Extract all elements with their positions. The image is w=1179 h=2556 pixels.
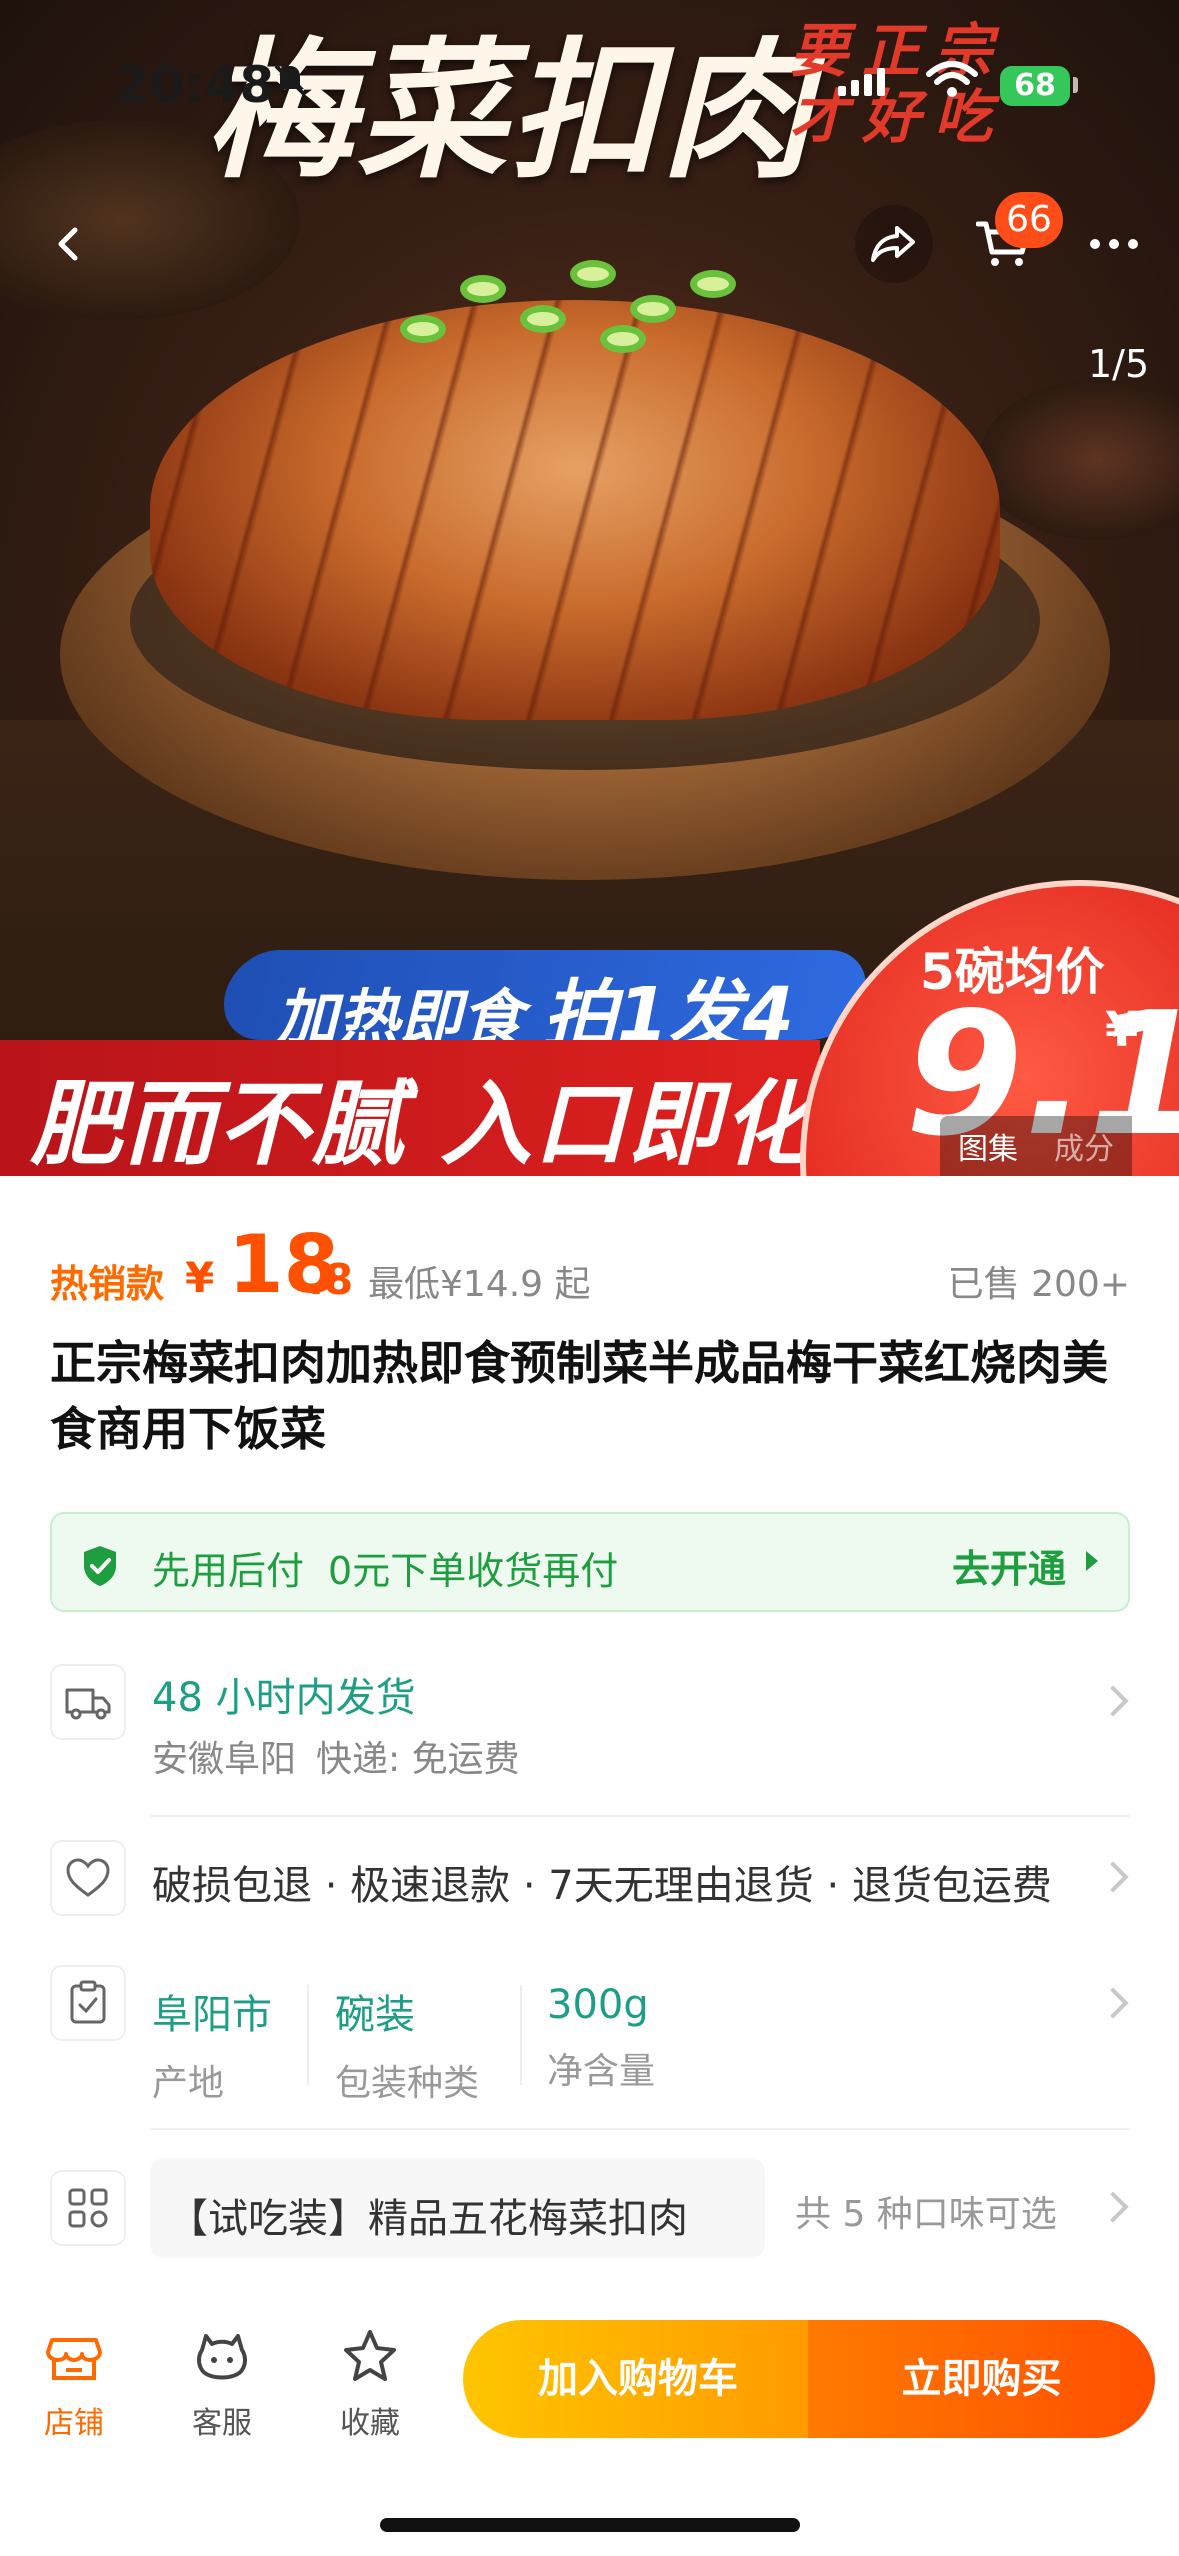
divider <box>150 2128 1130 2130</box>
spec-label: 产地 <box>152 2063 225 2104</box>
spec-value: 300g <box>547 1982 649 2028</box>
tab-store[interactable]: 店铺 <box>14 2326 134 2442</box>
background-dish <box>979 380 1179 540</box>
shipping-time: 48 小时内发货 <box>152 1675 416 1721</box>
back-button[interactable] <box>30 205 108 283</box>
tab-label: 客服 <box>192 2406 252 2441</box>
tab-gallery[interactable]: 图集 <box>940 1124 1036 1168</box>
pay-later-label: 先用后付 <box>152 1549 305 1593</box>
tab-ingredients[interactable]: 成分 <box>1036 1124 1132 1168</box>
pay-later-desc: 0元下单收货再付 <box>328 1549 619 1593</box>
spec-package: 碗装 包装种类 <box>335 1982 479 2106</box>
sold-count: 已售 200+ <box>947 1264 1130 1305</box>
variant-selector[interactable]: 【试吃装】精品五花梅菜扣肉 <box>150 2158 765 2258</box>
chevron-right-icon[interactable] <box>1097 1685 1129 1717</box>
price-decimal: .8 <box>308 1255 354 1304</box>
product-title: 正宗梅菜扣肉加热即食预制菜半成品梅干菜红烧肉美食商用下饭菜 <box>50 1336 1108 1456</box>
spec-net-weight: 300g 净含量 <box>547 1982 655 2094</box>
share-icon <box>871 226 915 262</box>
wifi-icon <box>926 61 978 97</box>
spec-value: 阜阳市 <box>152 1992 272 2038</box>
price-badge-currency: ¥ <box>1105 1002 1139 1058</box>
price-row: 热销款 ¥ 18 .8 最低¥14.9 起 已售 200+ <box>50 1225 1130 1325</box>
spec-label: 包装种类 <box>335 2063 480 2104</box>
more-dots-icon <box>1090 239 1138 249</box>
min-price: 最低¥14.9 起 <box>368 1264 591 1305</box>
share-button[interactable] <box>855 205 933 283</box>
status-time: 20:48 <box>115 56 275 114</box>
variant-count[interactable]: 共 5 种口味可选 <box>795 2185 1057 2237</box>
signal-icon <box>838 68 885 96</box>
cart-count-badge: 66 <box>995 192 1063 248</box>
promo-banner-red-text: 肥而不腻 入口即化 <box>30 1071 817 1176</box>
shipping-origin: 安徽阜阳 <box>152 1739 297 1780</box>
buy-now-button[interactable]: 立即购买 <box>808 2320 1155 2438</box>
gallery-tabs: 图集 成分 <box>940 1116 1132 1176</box>
pay-later-banner[interactable]: 先用后付 0元下单收货再付 去开通 <box>50 1512 1130 1612</box>
caret-right-icon <box>1086 1551 1098 1571</box>
chevron-right-icon[interactable] <box>1097 1861 1129 1893</box>
clipboard-icon <box>50 1965 126 2041</box>
hero-title: 梅菜扣肉 <box>205 23 814 199</box>
chevron-left-icon <box>58 227 78 261</box>
service-guarantee[interactable]: 破损包退 · 极速退款 · 7天无理由退货 · 退货包运费 <box>152 1853 1052 1911</box>
price-currency: ¥ <box>185 1253 215 1302</box>
chat-face-icon <box>197 2334 247 2380</box>
tab-customer-service[interactable]: 客服 <box>162 2326 282 2442</box>
spec-origin: 阜阳市 产地 <box>152 1982 272 2106</box>
image-page-indicator: 1/5 <box>1088 342 1150 386</box>
battery-tip <box>1073 77 1078 93</box>
product-image-carousel[interactable]: 梅菜扣肉 要正宗才好吃 加热即食 拍1发4 肥而不腻 入口即化 5碗均价 9.1 … <box>0 0 1179 1176</box>
tab-favorite[interactable]: 收藏 <box>310 2326 430 2442</box>
scallion-garnish <box>390 255 750 375</box>
chevron-right-icon[interactable] <box>1097 1987 1129 2019</box>
tab-label: 店铺 <box>44 2406 104 2441</box>
home-indicator <box>380 2518 800 2532</box>
grid-icon <box>50 2170 126 2246</box>
tab-label: 收藏 <box>340 2406 400 2441</box>
pay-later-text: 先用后付 0元下单收货再付 <box>152 1540 618 1595</box>
star-icon <box>344 2330 396 2381</box>
spec-value: 碗装 <box>335 1992 415 2038</box>
bell-mute-icon <box>274 64 306 96</box>
battery-icon: 68 <box>1000 66 1070 106</box>
selected-variant: 【试吃装】精品五花梅菜扣肉 <box>168 2196 688 2242</box>
spec-label: 净含量 <box>547 2051 656 2092</box>
add-to-cart-button[interactable]: 加入购物车 <box>463 2320 813 2438</box>
hot-sale-tag: 热销款 <box>50 1262 165 1306</box>
shield-check-icon <box>84 1546 116 1586</box>
heart-icon <box>50 1840 126 1916</box>
bottom-action-bar: 店铺 客服 收藏 加入购物车 立即购买 <box>0 2290 1179 2556</box>
enable-pay-later-link[interactable]: 去开通 <box>952 1538 1066 1593</box>
chevron-right-icon[interactable] <box>1097 2191 1129 2223</box>
spec-separator <box>520 1985 522 2085</box>
more-button[interactable] <box>1075 205 1153 283</box>
spec-separator <box>307 1985 309 2085</box>
shipping-express: 快递: 免运费 <box>316 1739 520 1780</box>
truck-icon <box>50 1664 126 1740</box>
store-icon <box>46 2338 102 2380</box>
divider <box>150 1815 1130 1817</box>
shipping-detail: 安徽阜阳 快递: 免运费 <box>152 1730 520 1782</box>
